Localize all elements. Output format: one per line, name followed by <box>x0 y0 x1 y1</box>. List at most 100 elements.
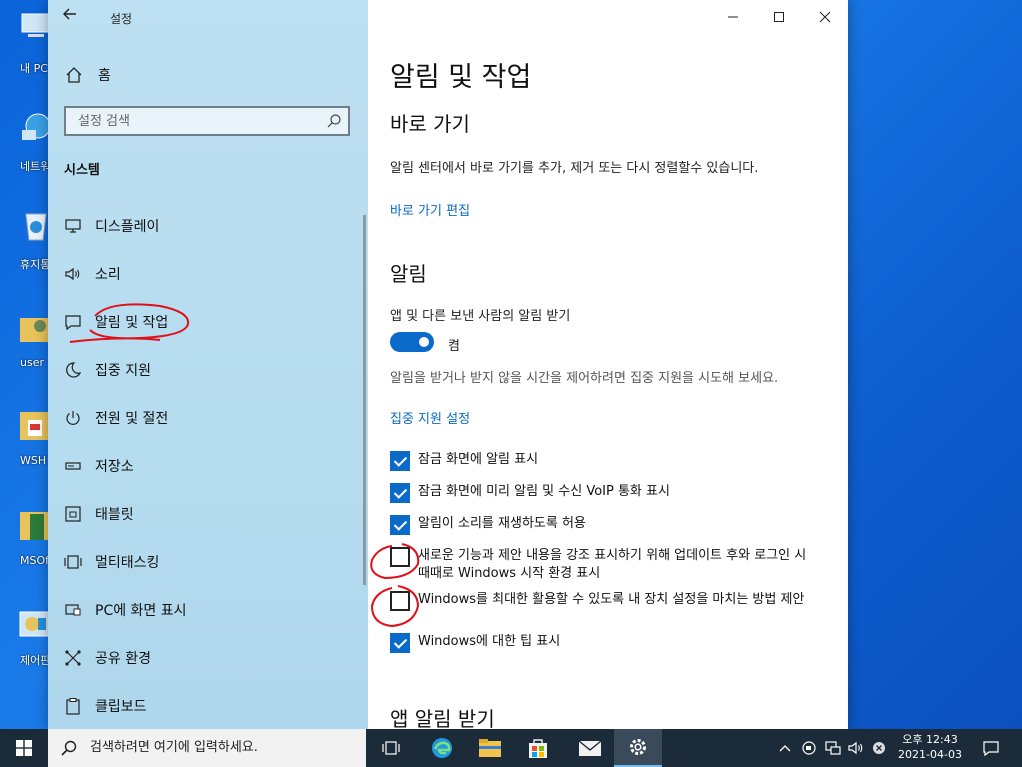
checkbox[interactable] <box>390 483 410 503</box>
checkbox[interactable] <box>390 633 410 653</box>
notifications-toggle[interactable] <box>390 332 434 352</box>
notification-icon <box>65 315 81 331</box>
clock-time: 오후 12:43 <box>902 733 958 746</box>
desktop-icon-user[interactable]: user <box>6 310 52 369</box>
maximize-icon <box>774 12 784 22</box>
taskbar-search-input[interactable] <box>88 739 352 756</box>
sidebar-item-label: 공유 환경 <box>95 651 151 667</box>
task-view-button[interactable] <box>368 729 416 767</box>
tray-network[interactable] <box>822 729 844 767</box>
sidebar-item-label: 멀티태스킹 <box>95 555 160 571</box>
minimize-button[interactable] <box>710 0 756 34</box>
tray-volume[interactable] <box>846 729 868 767</box>
page-title: 알림 및 작업 <box>390 62 532 93</box>
tablet-icon <box>65 506 81 522</box>
close-button[interactable] <box>802 0 848 34</box>
checkbox[interactable] <box>390 591 410 611</box>
checkbox-row[interactable]: 새로운 기능과 제안 내용을 강조 표시하기 위해 업데이트 후와 로그인 시 … <box>390 547 830 583</box>
checkbox-label: 새로운 기능과 제안 내용을 강조 표시하기 위해 업데이트 후와 로그인 시 … <box>418 548 807 581</box>
desktop-icon-network[interactable]: 네트워크 <box>6 110 60 173</box>
window-title: 설정 <box>110 12 133 26</box>
clipboard-icon <box>66 698 80 715</box>
desktop-icon-control-panel[interactable]: 제어판 <box>6 608 51 667</box>
app-notifications-heading: 앱 알림 받기 <box>390 707 495 729</box>
content-pane: 알림 및 작업 바로 가기 알림 센터에서 바로 가기를 추가, 제거 또는 다… <box>368 0 848 729</box>
tray-meet-now[interactable] <box>798 729 820 767</box>
storage-icon <box>65 462 81 470</box>
gear-icon <box>630 739 646 755</box>
sidebar-item-storage[interactable]: 저장소 <box>48 442 368 490</box>
back-button[interactable] <box>62 6 84 28</box>
checkbox-row[interactable]: Windows에 대한 팁 표시 <box>390 633 830 653</box>
sidebar-item-notifications[interactable]: 알림 및 작업 <box>48 298 368 346</box>
desktop-icon-recycle-bin[interactable]: 휴지통 <box>6 208 50 271</box>
chevron-up-icon <box>779 745 791 752</box>
taskbar-settings[interactable] <box>614 729 662 767</box>
taskbar-clock[interactable]: 오후 12:43 2021-04-03 <box>890 732 970 762</box>
home-link[interactable]: 홈 <box>64 62 111 88</box>
sidebar-item-clipboard[interactable]: 클립보드 <box>48 682 368 729</box>
window-controls <box>710 0 848 34</box>
sidebar-item-project[interactable]: PC에 화면 표시 <box>48 586 368 634</box>
sidebar-item-multitasking[interactable]: 멀티태스킹 <box>48 538 368 586</box>
speaker-icon <box>848 741 863 755</box>
checkbox-label: Windows를 최대한 활용할 수 있도록 내 장치 설정을 마치는 방법 제… <box>418 592 805 607</box>
task-view-icon <box>382 741 400 755</box>
folder-icon <box>479 739 501 757</box>
focus-assist-settings-link[interactable]: 집중 지원 설정 <box>390 408 470 427</box>
checkbox[interactable] <box>390 451 410 471</box>
speaker-icon <box>65 267 80 281</box>
taskbar-edge[interactable] <box>418 729 466 767</box>
taskbar-store[interactable] <box>514 729 562 767</box>
checkbox-row[interactable]: 알림이 소리를 재생하도록 허용 <box>390 515 830 535</box>
sidebar-item-label: 태블릿 <box>95 507 134 523</box>
home-icon <box>66 67 82 83</box>
sidebar-item-label: 클립보드 <box>95 699 147 715</box>
close-icon <box>819 11 831 23</box>
taskbar-search-box[interactable] <box>48 729 366 767</box>
taskbar-file-explorer[interactable] <box>466 729 514 767</box>
arrow-left-icon <box>63 8 76 20</box>
action-center-button[interactable] <box>980 729 1002 767</box>
desktop-icon-wsh[interactable]: WSH <box>6 408 50 467</box>
settings-window: 설정 홈 시스템 디스플레이 소리 알림 및 작업 <box>48 0 848 729</box>
sidebar-item-power[interactable]: 전원 및 절전 <box>48 394 368 442</box>
error-circle-icon <box>873 742 885 754</box>
edit-shortcuts-link[interactable]: 바로 가기 편집 <box>390 200 470 219</box>
show-hidden-icons-button[interactable] <box>774 729 796 767</box>
focus-assist-description: 알림을 받거나 받지 않을 시간을 제어하려면 집중 지원을 시도해 보세요. <box>390 371 779 386</box>
desktop-icon-my-pc[interactable]: 내 PC <box>6 8 51 75</box>
desktop-icon-msoffice[interactable]: MSOffice <box>6 508 60 567</box>
shortcuts-description: 알림 센터에서 바로 가기를 추가, 제거 또는 다시 정렬할수 있습니다. <box>390 161 759 176</box>
shortcuts-heading: 바로 가기 <box>390 112 470 136</box>
display-icon <box>65 219 81 233</box>
settings-search-input[interactable] <box>76 113 320 130</box>
checkbox[interactable] <box>390 547 410 567</box>
sidebar-scrollbar[interactable] <box>363 215 366 585</box>
search-icon[interactable] <box>326 113 342 129</box>
taskbar: 오후 12:43 2021-04-03 <box>0 729 1022 767</box>
sidebar-item-tablet[interactable]: 태블릿 <box>48 490 368 538</box>
checkbox-row[interactable]: 잠금 화면에 알림 표시 <box>390 451 830 471</box>
settings-search-box[interactable] <box>64 106 350 136</box>
share-icon <box>65 650 81 666</box>
clock-date: 2021-04-03 <box>898 748 962 761</box>
checkbox-label: Windows에 대한 팁 표시 <box>418 634 561 649</box>
start-button[interactable] <box>0 729 48 767</box>
edge-icon <box>432 738 452 758</box>
title-bar: 설정 <box>48 0 368 36</box>
sidebar: 설정 홈 시스템 디스플레이 소리 알림 및 작업 <box>48 0 368 729</box>
notifications-heading: 알림 <box>390 262 427 286</box>
checkbox-row[interactable]: 잠금 화면에 미리 알림 및 수신 VoIP 통화 표시 <box>390 483 830 503</box>
taskbar-mail[interactable] <box>566 729 614 767</box>
checkbox[interactable] <box>390 515 410 535</box>
checkbox-row[interactable]: Windows를 최대한 활용할 수 있도록 내 장치 설정을 마치는 방법 제… <box>390 591 830 611</box>
tray-status[interactable] <box>868 729 890 767</box>
sidebar-item-focus-assist[interactable]: 집중 지원 <box>48 346 368 394</box>
sidebar-item-shared-experiences[interactable]: 공유 환경 <box>48 634 368 682</box>
toggle-description: 앱 및 다른 보낸 사람의 알림 받기 <box>390 309 571 324</box>
sidebar-item-sound[interactable]: 소리 <box>48 250 368 298</box>
checkbox-label: 잠금 화면에 알림 표시 <box>418 452 539 467</box>
maximize-button[interactable] <box>756 0 802 34</box>
sidebar-item-display[interactable]: 디스플레이 <box>48 202 368 250</box>
